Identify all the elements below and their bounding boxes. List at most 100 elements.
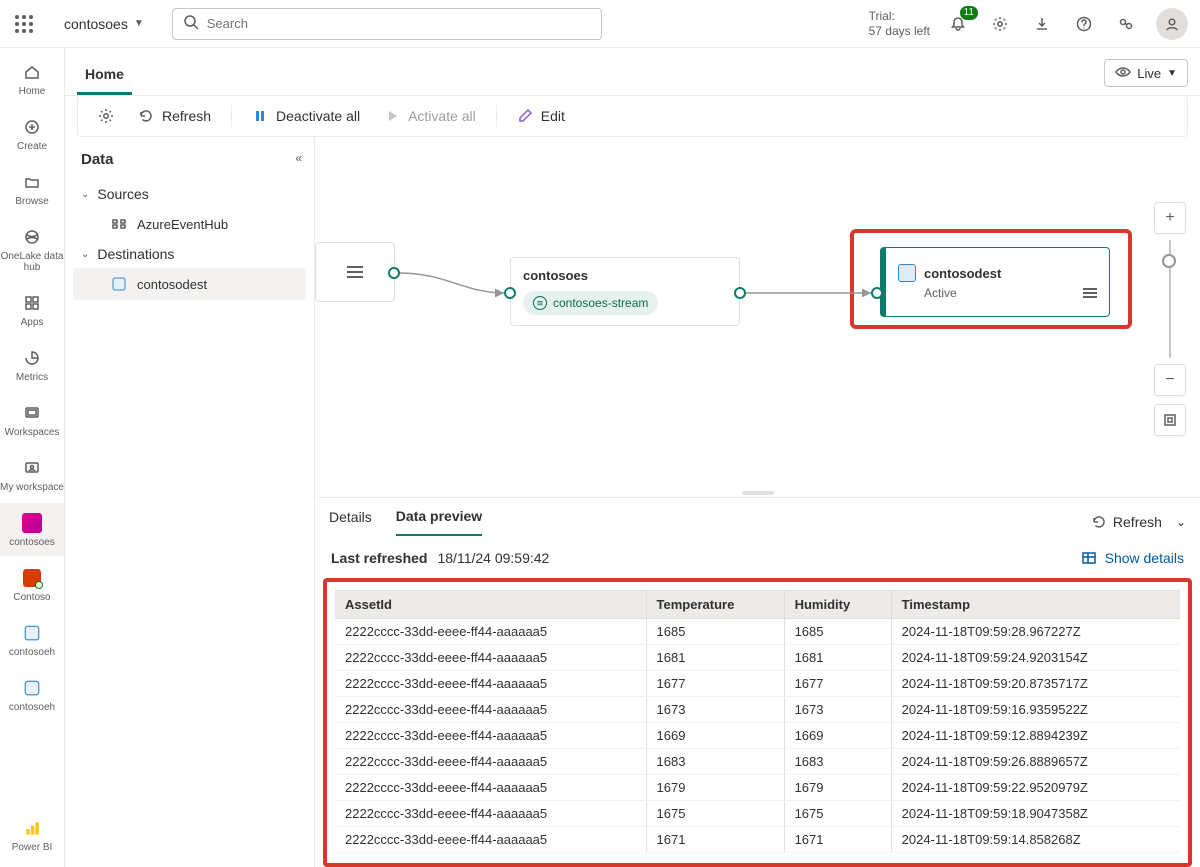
column-header[interactable]: AssetId [335,591,646,619]
table-row[interactable]: 2222cccc-33dd-eeee-ff44-aaaaaa5167116712… [335,827,1180,853]
notifications-badge: 11 [960,6,978,20]
cell: 1683 [646,749,784,775]
table-row[interactable]: 2222cccc-33dd-eeee-ff44-aaaaaa5168316832… [335,749,1180,775]
nav-contosoeh-1[interactable]: contosoeh [0,613,64,666]
trial-status: Trial: 57 days left [869,9,930,38]
eventstream-icon [20,511,44,535]
cell: 2024-11-18T09:59:20.8735717Z [891,671,1180,697]
table-row[interactable]: 2222cccc-33dd-eeee-ff44-aaaaaa5168116812… [335,645,1180,671]
stream-name: contosoes [523,268,727,283]
cell: 1673 [784,697,891,723]
nav-home[interactable]: Home [0,52,64,105]
user-avatar[interactable] [1156,8,1188,40]
nav-contoso[interactable]: Contoso [0,558,64,611]
feedback-button[interactable] [1114,12,1138,36]
fit-view-button[interactable] [1154,404,1186,436]
live-mode-toggle[interactable]: Live ▼ [1104,59,1188,87]
last-refreshed-value: 18/11/24 09:59:42 [437,550,549,566]
nav-workspaces[interactable]: Workspaces [0,393,64,446]
nav-contosoes[interactable]: contosoes [0,503,64,556]
nav-powerbi[interactable]: Power BI [0,808,64,861]
table-row[interactable]: 2222cccc-33dd-eeee-ff44-aaaaaa5168516852… [335,619,1180,645]
column-header[interactable]: Temperature [646,591,784,619]
slider-thumb[interactable] [1162,254,1176,268]
preview-refresh-button[interactable]: Refresh [1091,514,1162,530]
cell: 1669 [646,723,784,749]
nav-onelake[interactable]: OneLake data hub [0,217,64,281]
stream-node[interactable]: contosoes ≋ contosoes-stream [510,257,740,326]
port-out[interactable] [388,267,400,279]
cell: 2024-11-18T09:59:16.9359522Z [891,697,1180,723]
cell: 1679 [646,775,784,801]
deactivate-all-button[interactable]: Deactivate all [242,102,370,130]
tab-home[interactable]: Home [77,54,132,95]
port-out[interactable] [734,287,746,299]
menu-icon[interactable] [1083,288,1097,298]
nav-metrics[interactable]: Metrics [0,338,64,391]
stream-icon: ≋ [533,296,547,310]
zoom-slider[interactable] [1169,240,1171,358]
cell: 1671 [784,827,891,853]
destination-item[interactable]: contosodest [73,268,306,300]
refresh-button[interactable]: Refresh [128,102,221,130]
nav-contosoeh-2[interactable]: contosoeh [0,668,64,721]
tab-details[interactable]: Details [329,509,372,535]
cell: 2222cccc-33dd-eeee-ff44-aaaaaa5 [335,671,646,697]
play-icon [384,108,400,124]
cell: 2024-11-18T09:59:14.858268Z [891,827,1180,853]
table-row[interactable]: 2222cccc-33dd-eeee-ff44-aaaaaa5167516752… [335,801,1180,827]
chevron-down-icon[interactable]: ⌄ [1176,515,1186,529]
cell: 2024-11-18T09:59:12.8894239Z [891,723,1180,749]
table-row[interactable]: 2222cccc-33dd-eeee-ff44-aaaaaa5167716772… [335,671,1180,697]
port-in[interactable] [871,287,883,299]
cell: 1683 [784,749,891,775]
port-in[interactable] [504,287,516,299]
table-row[interactable]: 2222cccc-33dd-eeee-ff44-aaaaaa5167916792… [335,775,1180,801]
nav-create[interactable]: Create [0,107,64,160]
column-header[interactable]: Timestamp [891,591,1180,619]
activate-all-button: Activate all [374,102,486,130]
cell: 1679 [784,775,891,801]
table-row[interactable]: 2222cccc-33dd-eeee-ff44-aaaaaa5166916692… [335,723,1180,749]
download-button[interactable] [1030,12,1054,36]
cell: 1677 [646,671,784,697]
zoom-out-button[interactable]: − [1154,364,1186,396]
chevron-down-icon: ▼ [1167,68,1177,79]
edit-button[interactable]: Edit [507,102,575,130]
source-item[interactable]: AzureEventHub [73,208,306,240]
tenant-dropdown[interactable]: contosoes ▼ [48,16,160,32]
eventhouse-icon [898,264,916,282]
flow-canvas[interactable]: + − contosoes ≋ contosoes- [315,137,1200,489]
help-button[interactable] [1072,12,1096,36]
notifications-button[interactable]: 11 [946,12,970,36]
eye-icon [1115,64,1131,83]
tab-data-preview[interactable]: Data preview [396,508,482,536]
search-input[interactable] [207,16,591,31]
settings-button[interactable] [988,12,1012,36]
cell: 2222cccc-33dd-eeee-ff44-aaaaaa5 [335,801,646,827]
cell: 1671 [646,827,784,853]
nav-my-workspace[interactable]: My workspace [0,448,64,501]
stream-pill[interactable]: ≋ contosoes-stream [523,291,658,315]
collapse-panel-button[interactable]: « [295,151,302,165]
gear-button[interactable] [88,102,124,130]
destination-node[interactable]: contosodest Active [880,247,1110,317]
app-launcher-button[interactable] [0,0,48,48]
nav-browse[interactable]: Browse [0,162,64,215]
sources-section[interactable]: ⌄ Sources [73,180,306,208]
zoom-in-button[interactable]: + [1154,202,1186,234]
cell: 2024-11-18T09:59:26.8889657Z [891,749,1180,775]
tenant-name: contosoes [64,16,128,32]
table-row[interactable]: 2222cccc-33dd-eeee-ff44-aaaaaa5167316732… [335,697,1180,723]
source-node[interactable] [315,242,395,302]
cell: 2024-11-18T09:59:22.9520979Z [891,775,1180,801]
nav-apps[interactable]: Apps [0,283,64,336]
eventhouse-icon [20,621,44,645]
column-header[interactable]: Humidity [784,591,891,619]
splitter[interactable] [315,489,1200,497]
show-details-button[interactable]: Show details [1081,550,1184,566]
cell: 1675 [646,801,784,827]
topbar: contosoes ▼ Trial: 57 days left 11 [0,0,1200,48]
destinations-section[interactable]: ⌄ Destinations [73,240,306,268]
search-box[interactable] [172,8,602,40]
